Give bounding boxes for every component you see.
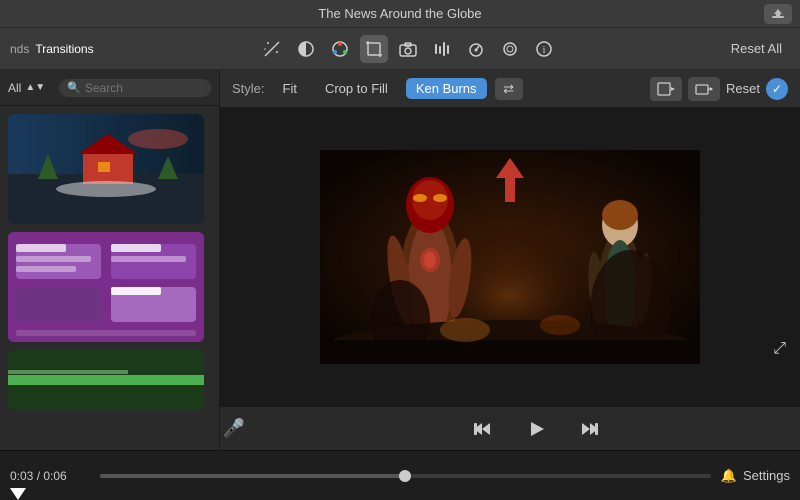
- tab-sounds[interactable]: nds: [10, 42, 29, 56]
- volume-icon: 🔔: [721, 468, 737, 484]
- info-icon[interactable]: i: [530, 35, 558, 63]
- tab-transitions[interactable]: Transitions: [35, 42, 93, 56]
- editor-panel: Style: Fit Crop to Fill Ken Burns ⇄: [220, 70, 800, 450]
- timeline: 0:03 / 0:06 🔔 Settings: [0, 450, 800, 500]
- fit-button[interactable]: Fit: [273, 78, 307, 99]
- svg-text:i: i: [543, 45, 546, 56]
- upload-button[interactable]: [764, 4, 792, 24]
- left-panel-header: All ▲▼ 🔍: [0, 70, 219, 106]
- reset-all-button[interactable]: Reset All: [723, 37, 790, 60]
- video-size-icon[interactable]: [650, 77, 682, 101]
- ken-burns-button[interactable]: Ken Burns: [406, 78, 487, 99]
- current-time: 0:03 / 0:06: [10, 469, 90, 483]
- search-input[interactable]: [85, 81, 203, 95]
- settings-button[interactable]: Settings: [743, 468, 790, 483]
- skip-forward-button[interactable]: [576, 415, 604, 443]
- confirm-button[interactable]: ✓: [766, 78, 788, 100]
- up-arrow-indicator: [496, 158, 524, 207]
- style-bar: Style: Fit Crop to Fill Ken Burns ⇄: [220, 70, 800, 108]
- swap-icon[interactable]: ⇄: [495, 78, 523, 100]
- skip-back-button[interactable]: [468, 415, 496, 443]
- thumbnails-list: [0, 106, 219, 450]
- toolbar: nds Transitions: [0, 28, 800, 70]
- filter-chevron-icon: ▲▼: [25, 82, 45, 93]
- playback-controls: 🎤: [220, 406, 800, 450]
- playhead: [10, 488, 26, 500]
- timeline-scrubber[interactable]: [100, 474, 711, 478]
- video-preview: ⤢: [220, 108, 800, 406]
- color-icon[interactable]: [292, 35, 320, 63]
- style-right-buttons: Reset ✓: [650, 77, 788, 101]
- style-label: Style:: [232, 81, 265, 96]
- list-item[interactable]: [8, 114, 204, 224]
- search-icon: 🔍: [67, 81, 81, 94]
- left-panel: All ▲▼ 🔍: [0, 70, 220, 450]
- magic-icon[interactable]: [258, 35, 286, 63]
- video-frame: [320, 150, 700, 364]
- fullscreen-button[interactable]: ⤢: [773, 340, 786, 358]
- play-button[interactable]: [520, 413, 552, 445]
- camera-icon[interactable]: [394, 35, 422, 63]
- crop-to-fill-button[interactable]: Crop to Fill: [315, 78, 398, 99]
- mic-button[interactable]: 🎤: [220, 415, 248, 443]
- list-item[interactable]: [8, 232, 204, 342]
- list-item[interactable]: [8, 350, 204, 410]
- filter-all-button[interactable]: All ▲▼: [8, 81, 45, 95]
- timeline-progress: [100, 474, 405, 478]
- audio-icon[interactable]: [428, 35, 456, 63]
- stabilize-small-icon[interactable]: [688, 77, 720, 101]
- timeline-handle[interactable]: [399, 470, 411, 482]
- stabilize-icon[interactable]: [496, 35, 524, 63]
- window-title: The News Around the Globe: [318, 6, 481, 21]
- speed-icon[interactable]: [462, 35, 490, 63]
- reset-button[interactable]: Reset: [726, 81, 760, 96]
- color-wheel-icon[interactable]: [326, 35, 354, 63]
- title-bar: The News Around the Globe: [0, 0, 800, 28]
- search-box[interactable]: 🔍: [59, 79, 211, 97]
- body-area: All ▲▼ 🔍: [0, 70, 800, 450]
- app-window: The News Around the Globe nds Transition…: [0, 0, 800, 500]
- crop-icon[interactable]: [360, 35, 388, 63]
